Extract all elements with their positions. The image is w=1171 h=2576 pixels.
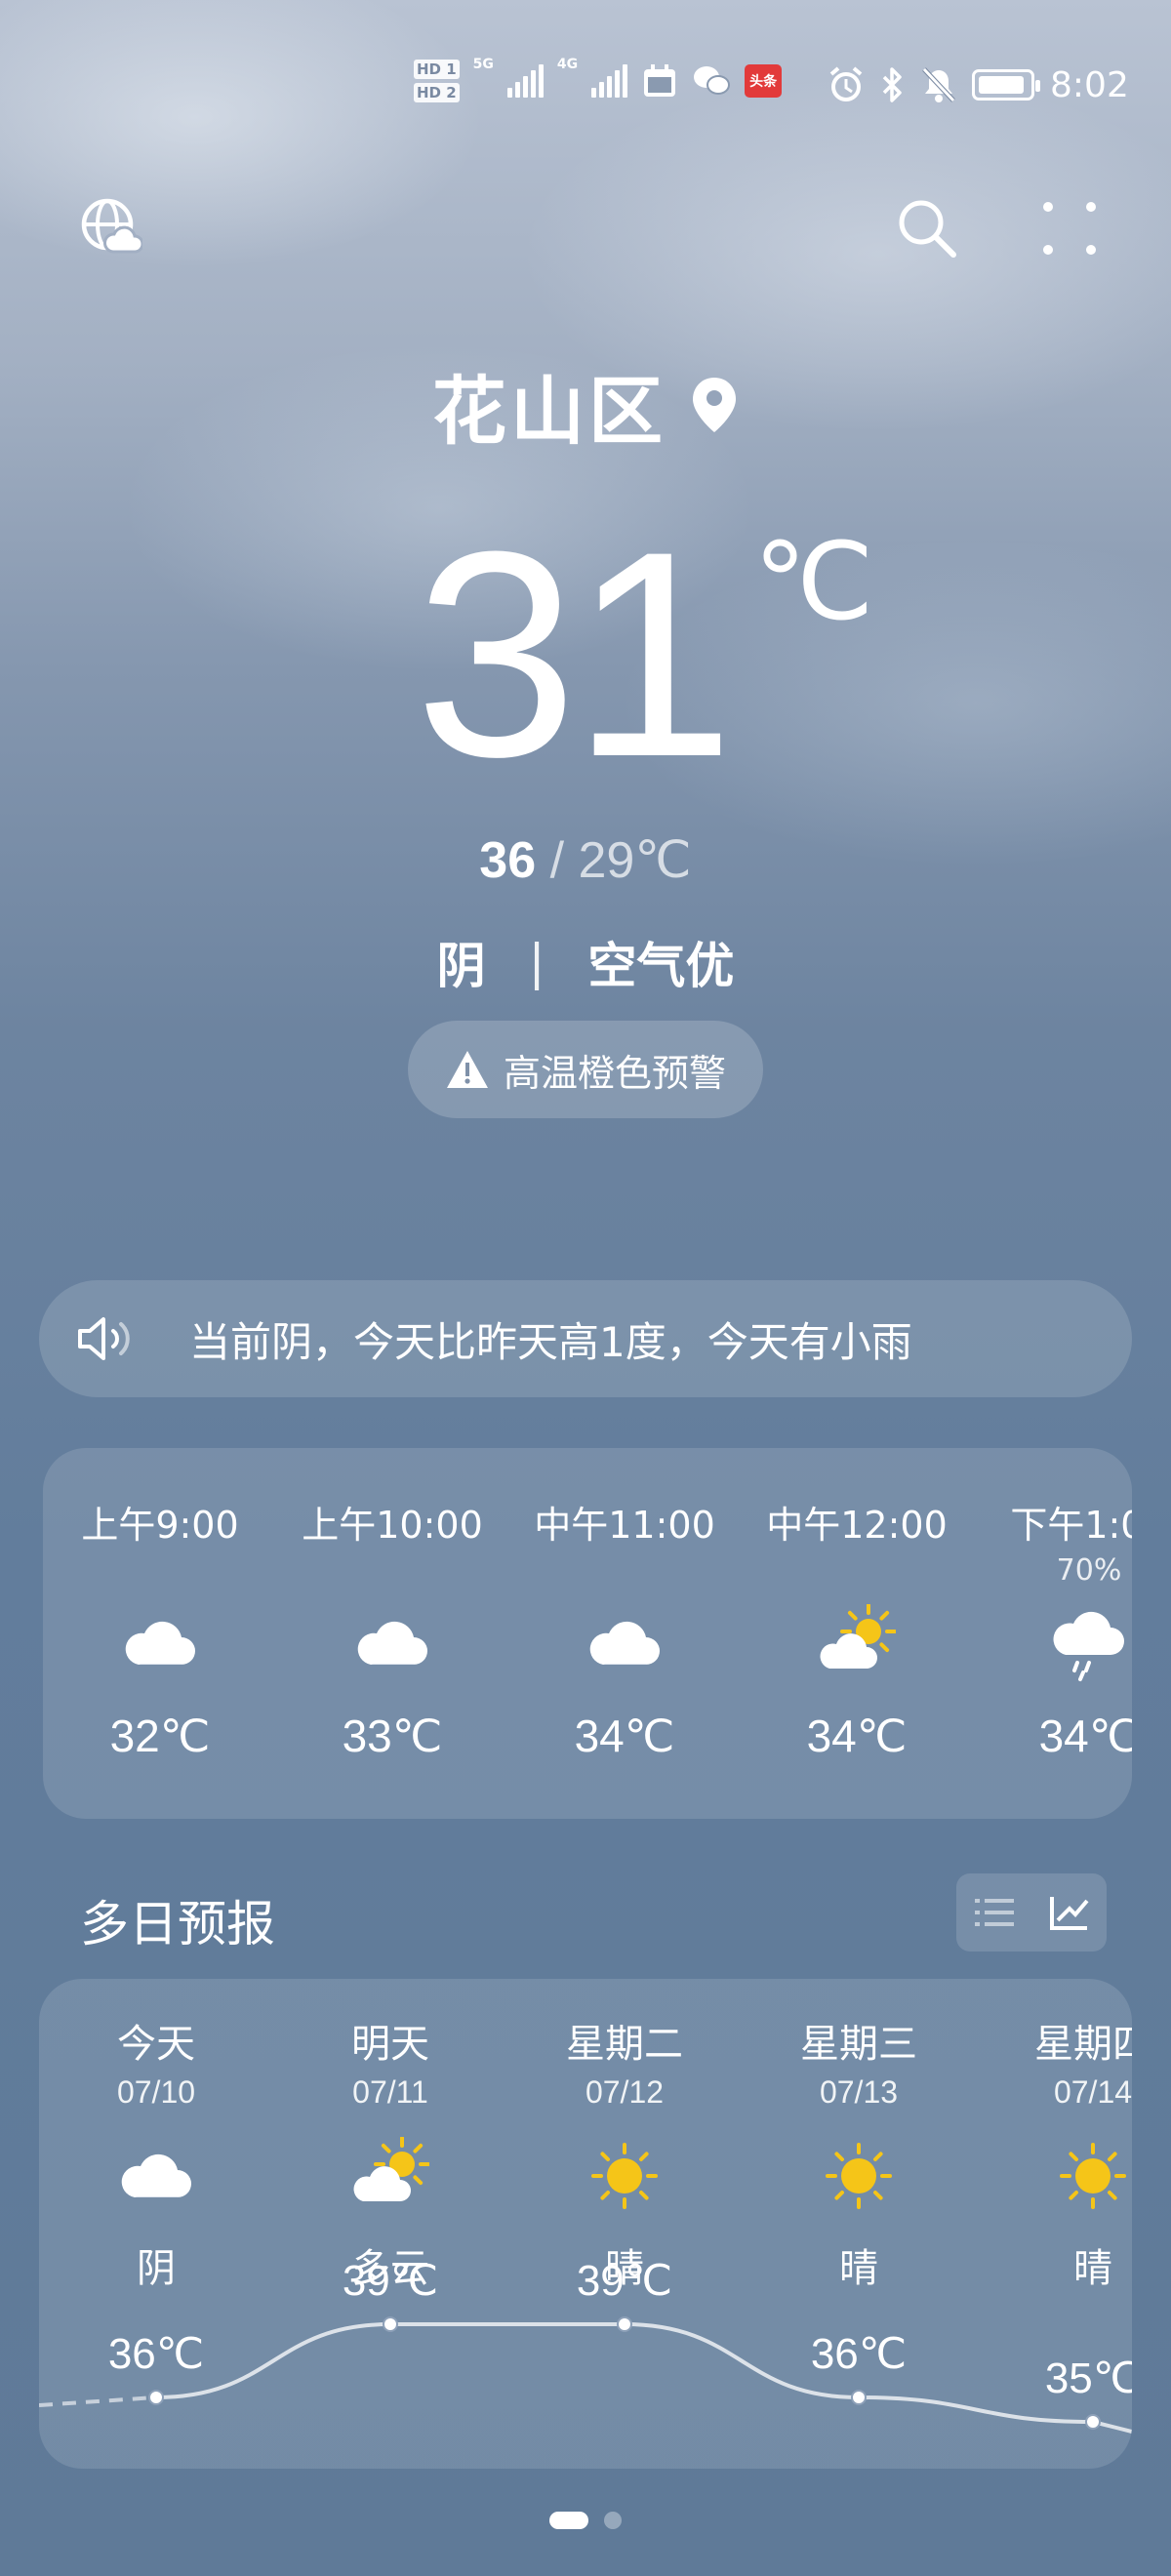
rain-icon bbox=[1050, 1604, 1128, 1682]
view-toggle[interactable] bbox=[956, 1873, 1107, 1952]
hd-badge: HD 1 HD 2 bbox=[414, 60, 460, 102]
hour-temperature: 34℃ bbox=[574, 1711, 675, 1761]
hourly-item[interactable]: 上午10:00 33℃ bbox=[275, 1448, 509, 1819]
hd1-label: HD 1 bbox=[414, 60, 460, 79]
high-low: 36 / 29℃ bbox=[0, 831, 1171, 890]
alarm-icon bbox=[829, 66, 863, 101]
hourly-item[interactable]: 下午1:00 70% 34℃ bbox=[972, 1448, 1132, 1819]
page-dot-active[interactable] bbox=[549, 2512, 588, 2529]
weather-condition: 阴 bbox=[436, 938, 486, 994]
globe-cloud-icon[interactable] bbox=[76, 193, 146, 263]
hourly-item[interactable]: 中午12:00 34℃ bbox=[740, 1448, 974, 1819]
network-type-2: 4G bbox=[556, 57, 579, 72]
daily-forecast[interactable]: 今天 07/10 阴 36℃ 明天 07/11 多云 39℃ 星期二 07/12 晴 39℃ 星期三 07… bbox=[39, 1979, 1132, 2469]
hour-time: 上午9:00 bbox=[81, 1504, 239, 1547]
air-quality[interactable]: 空气优 bbox=[587, 927, 734, 997]
hourly-item[interactable]: 中午11:00 34℃ bbox=[507, 1448, 742, 1819]
speaker-icon bbox=[78, 1317, 130, 1360]
battery-icon bbox=[972, 69, 1040, 101]
list-icon[interactable] bbox=[973, 1893, 1016, 1932]
alert-label: 高温橙色预警 bbox=[503, 1051, 726, 1095]
hour-time: 中午12:00 bbox=[766, 1504, 948, 1547]
status-bar: HD 1 HD 2 5G 4G 头条 8:02 bbox=[0, 0, 1171, 176]
page-dot[interactable] bbox=[604, 2512, 622, 2529]
wechat-icon bbox=[694, 66, 731, 95]
condition-row: 阴 | 空气优 bbox=[0, 927, 1171, 997]
location-pin-icon bbox=[693, 378, 736, 432]
hourly-item[interactable]: 上午9:00 32℃ bbox=[43, 1448, 277, 1819]
signal-2-icon bbox=[591, 64, 628, 98]
partly-sunny-icon bbox=[818, 1603, 897, 1682]
temperature-unit: ℃ bbox=[753, 522, 874, 642]
bluetooth-icon bbox=[882, 67, 902, 102]
hour-temperature: 33℃ bbox=[342, 1711, 443, 1761]
calendar-icon bbox=[644, 64, 676, 97]
city-name[interactable]: 花山区 bbox=[432, 351, 666, 459]
current-temperature: 31 ℃ bbox=[0, 493, 1171, 815]
condition-divider: | bbox=[528, 934, 545, 990]
toutiao-icon: 头条 bbox=[745, 64, 783, 98]
more-button[interactable] bbox=[1032, 191, 1107, 265]
hour-temperature: 34℃ bbox=[1038, 1711, 1132, 1761]
search-icon bbox=[899, 200, 956, 258]
location-row[interactable]: 花山区 bbox=[0, 351, 1171, 459]
warning-icon bbox=[446, 1051, 488, 1088]
status-right-icons: 8:02 bbox=[828, 60, 1129, 109]
high-low-separator: / bbox=[536, 832, 579, 889]
search-button[interactable] bbox=[890, 191, 964, 265]
hour-time: 下午1:00 bbox=[1010, 1504, 1132, 1547]
hourly-forecast[interactable]: 上午9:00 32℃ 上午10:00 33℃ 中午11:00 34℃ 中午12:00 34℃ 下… bbox=[43, 1448, 1132, 1819]
hour-time: 上午10:00 bbox=[302, 1504, 483, 1547]
hd2-label: HD 2 bbox=[414, 83, 460, 102]
page-indicator[interactable] bbox=[0, 2512, 1171, 2529]
toutiao-label: 头条 bbox=[749, 74, 778, 90]
clock: 8:02 bbox=[1050, 64, 1129, 105]
weather-alert-button[interactable]: 高温橙色预警 bbox=[408, 1021, 763, 1118]
hour-time: 中午11:00 bbox=[534, 1504, 715, 1547]
today-low: 29℃ bbox=[578, 832, 692, 889]
cloudy-icon bbox=[121, 1604, 199, 1682]
chart-icon[interactable] bbox=[1048, 1893, 1091, 1932]
status-left-icons: HD 1 HD 2 5G 4G 头条 bbox=[414, 57, 783, 105]
cloudy-icon bbox=[586, 1604, 664, 1682]
more-grid-icon bbox=[1043, 202, 1096, 255]
precipitation-probability: 70% bbox=[1056, 1553, 1122, 1588]
cloudy-icon bbox=[353, 1604, 431, 1682]
today-high: 36 bbox=[479, 832, 537, 889]
voice-broadcast[interactable]: 当前阴，今天比昨天高1度，今天有小雨 bbox=[39, 1280, 1132, 1397]
multi-day-title: 多日预报 bbox=[80, 1896, 275, 1952]
hour-temperature: 32℃ bbox=[109, 1711, 211, 1761]
temperature-curve bbox=[39, 2316, 1132, 2434]
broadcast-text: 当前阴，今天比昨天高1度，今天有小雨 bbox=[189, 1317, 912, 1366]
mute-bell-icon bbox=[922, 67, 955, 102]
temperature-value: 31 bbox=[415, 490, 735, 818]
hour-temperature: 34℃ bbox=[806, 1711, 908, 1761]
signal-1-icon bbox=[506, 64, 544, 98]
network-type-1: 5G bbox=[472, 57, 494, 72]
